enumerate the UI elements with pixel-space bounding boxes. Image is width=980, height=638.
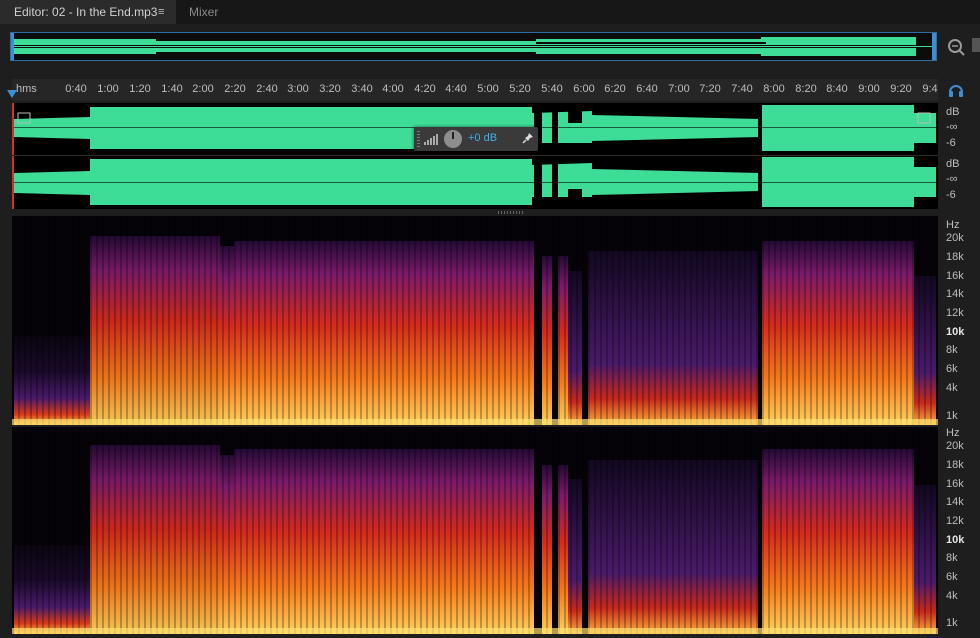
ruler-tick: 1:40 [161,83,183,95]
hz-label: 14k [946,496,964,508]
hud-volume[interactable]: +0 dB [414,127,538,151]
ruler-tick: 1:20 [129,83,151,95]
time-ruler[interactable]: hms 0:40 1:00 1:20 1:40 2:00 2:20 2:40 3… [12,79,938,101]
hz-label: 18k [946,459,964,471]
ruler-tick: 5:40 [541,83,563,95]
time-unit-label: hms [16,83,37,95]
overview-waveform[interactable] [10,32,937,61]
ruler-tick: 3:20 [319,83,341,95]
ruler-tick: 2:20 [224,83,246,95]
spectrogram-left-graphic [12,216,938,425]
hz-label: 18k [946,251,964,263]
hz-label: 6k [946,571,958,583]
hz-label: 20k [946,232,964,244]
hz-label: 16k [946,478,964,490]
volume-knob[interactable] [444,130,462,148]
hz-unit: Hz [946,219,960,231]
ruler-tick: 8:20 [795,83,817,95]
ruler-tick: 9:4 [922,83,938,95]
ruler-tick: 1:00 [97,83,119,95]
ruler-tick: 8:40 [826,83,848,95]
ruler-tick: 3:00 [287,83,309,95]
channel-divider [12,155,938,156]
tab-mixer[interactable]: Mixer [182,0,249,24]
hz-scale-right-channel: Hz 20k 18k 16k 14k 12k 10k 8k 6k 4k 1k [940,427,980,634]
spectrogram-right-graphic [12,427,938,634]
hz-label: 14k [946,288,964,300]
hz-label: 16k [946,270,964,282]
db-unit: dB [946,106,960,118]
db-label: -∞ [946,121,958,133]
tab-editor-label: Editor: 02 - In the End.mp3 [14,5,158,19]
headphone-icon[interactable] [948,82,964,98]
ruler-tick: 7:20 [699,83,721,95]
db-unit: dB [946,158,960,170]
panel-splitter[interactable] [498,211,524,214]
ruler-tick: 8:00 [763,83,785,95]
hz-label: 8k [946,552,958,564]
spectral-display-left[interactable] [12,216,938,425]
hz-label: 10k [946,534,965,546]
volume-value[interactable]: +0 dB [468,132,497,144]
hz-label: 4k [946,590,958,602]
hz-label: 12k [946,307,964,319]
hz-label: 10k [946,326,965,338]
ruler-tick: 2:00 [192,83,214,95]
hud-drag-handle[interactable] [417,131,420,147]
db-scale-left-channel: dB -∞ -6 [940,103,980,155]
hz-label: 8k [946,344,958,356]
ruler-tick: 3:40 [351,83,373,95]
ruler-tick: 5:20 [509,83,531,95]
hz-label: 4k [946,382,958,394]
hz-label: 6k [946,363,958,375]
waveform-graphic [12,103,938,209]
hz-label: 20k [946,440,964,452]
tab-menu-icon[interactable]: ≡ [158,0,164,24]
hz-label: 1k [946,617,958,629]
ruler-tick: 4:00 [382,83,404,95]
ruler-tick: 4:40 [445,83,467,95]
spectral-display-right[interactable] [12,427,938,634]
ruler-tick: 6:00 [573,83,595,95]
db-label: -∞ [946,173,958,185]
ruler-tick: 5:00 [477,83,499,95]
db-scale-right-channel: dB -∞ -6 [940,155,980,207]
hz-scale-left-channel: Hz 20k 18k 16k 14k 12k 10k 8k 6k 4k 1k [940,216,980,425]
hz-label: 12k [946,515,964,527]
waveform-display[interactable] [12,103,938,209]
meter-icon [424,134,438,145]
ruler-tick: 9:00 [858,83,880,95]
ruler-tick: 4:20 [414,83,436,95]
tab-editor[interactable]: Editor: 02 - In the End.mp3 ≡ [0,0,176,24]
db-label: -6 [946,137,956,149]
left-gutter [0,62,12,638]
ruler-tick: 7:00 [668,83,690,95]
ruler-tick: 2:40 [256,83,278,95]
tab-bar: Editor: 02 - In the End.mp3 ≡ Mixer [0,0,980,24]
ruler-tick: 9:20 [890,83,912,95]
zoom-icon[interactable] [946,37,966,57]
overview-waveform-graphic [11,33,936,60]
pin-icon[interactable] [522,132,534,144]
overview-scroll-handle[interactable] [972,38,980,52]
hz-label: 1k [946,410,958,422]
ruler-tick: 0:40 [65,83,87,95]
hz-unit: Hz [946,427,960,439]
playhead-marker[interactable] [7,90,17,98]
db-label: -6 [946,189,956,201]
ruler-tick: 6:40 [636,83,658,95]
ruler-tick: 6:20 [604,83,626,95]
ruler-tick: 7:40 [731,83,753,95]
